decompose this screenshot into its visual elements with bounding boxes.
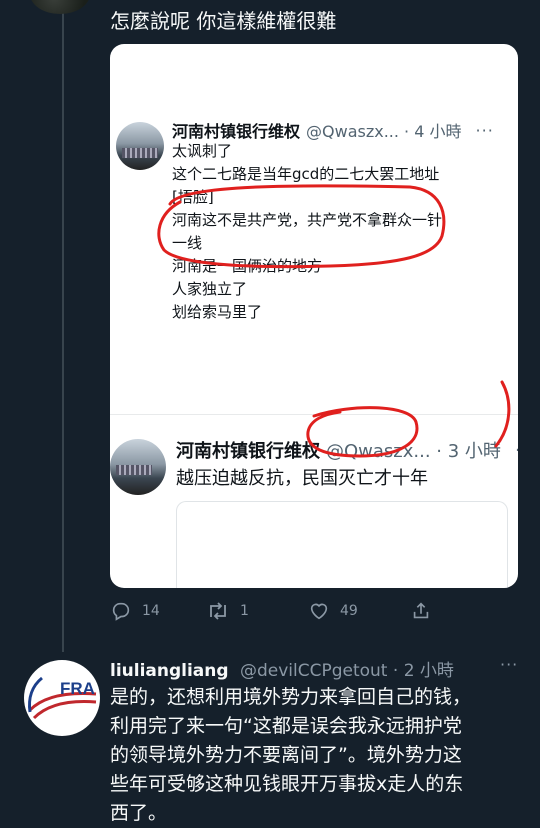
quoted-tweet-body: 越压迫越反抗，民国灭亡才十年 <box>176 468 428 489</box>
quoted-line: 河南是一国俩治的地方 <box>172 257 323 275</box>
quoted-tweet: 河南村镇银行维权 @Qwaszx... · 3 小時 ··· 越压迫越反抗，民国… <box>110 414 518 588</box>
reply-button[interactable]: 14 <box>110 600 160 622</box>
quoted-tweet-header: 河南村镇银行维权 @Qwaszx... · 3 小時 ··· <box>176 437 518 463</box>
quoted-avatar <box>116 122 164 170</box>
reply-author-handle: @devilCCPgetout · 2 小時 <box>239 661 454 681</box>
reply-line: 的领导境外势力不要离间了”。境外势力这 <box>110 744 462 766</box>
quoted-line: 河南这不是共产党，共产党不拿群众一针 <box>172 211 443 229</box>
reply-text: 是的，还想利用境外势力来拿回自己的钱， 利用完了来一句“这都是误会我永远拥护党 … <box>110 683 530 828</box>
reply-line: 是的，还想利用境外势力来拿回自己的钱， <box>110 686 472 708</box>
share-icon <box>413 602 429 619</box>
quoted-line: 一线 <box>172 234 203 252</box>
heart-icon <box>310 603 328 620</box>
avatar[interactable]: FRA <box>24 660 100 736</box>
fra-logo: FRA <box>28 676 97 720</box>
quoted-author-handle: @Qwaszx... · 3 小時 <box>326 441 501 462</box>
reply-count: 14 <box>142 603 160 619</box>
more-icon[interactable]: ··· <box>500 655 518 674</box>
quoted-author-handle: @Qwaszx... · 4 小時 <box>306 122 462 141</box>
tweet-text: 怎麼說呢 你這樣維權很難 <box>110 9 337 33</box>
quoted-line: [捂脸] <box>172 188 214 206</box>
thread-line <box>62 0 64 652</box>
quoted-avatar <box>110 439 166 495</box>
more-icon: ··· <box>515 440 518 461</box>
quoted-line: 太讽刺了 <box>172 142 233 160</box>
quoted-tweet: 河南村镇银行维权 @Qwaszx... · 4 小時 ··· 太讽刺了 这个二七… <box>110 44 518 364</box>
more-icon: ··· <box>475 120 494 140</box>
quoted-line: 人家独立了 <box>172 280 248 298</box>
quoted-author-name: 河南村镇银行维权 <box>172 122 301 141</box>
reply-author-name[interactable]: liuliangliang <box>110 661 229 681</box>
avatar[interactable] <box>30 0 90 14</box>
reply-line: 些年可受够这种见钱眼开万事拔x走人的东 <box>110 773 464 795</box>
quoted-tweet-header: 河南村镇银行维权 @Qwaszx... · 4 小時 ··· <box>172 118 494 142</box>
share-button[interactable] <box>410 600 432 622</box>
quoted-tweet-body: 太讽刺了 这个二七路是当年gcd的二七大罢工地址 [捂脸] 河南这不是共产党，共… <box>172 140 442 324</box>
quoted-line: 划给索马里了 <box>172 303 263 321</box>
reply-line: 利用完了来一句“这都是误会我永远拥护党 <box>110 715 462 737</box>
quoted-author-name: 河南村镇银行维权 <box>176 441 320 462</box>
reply-line: 西了。 <box>110 802 168 824</box>
like-button[interactable]: 49 <box>308 600 358 622</box>
tweet-actions: 14 1 49 <box>110 600 530 626</box>
reply-header: liuliangliang @devilCCPgetout · 2 小時 <box>110 656 454 681</box>
retweet-button[interactable]: 1 <box>206 600 249 622</box>
quoted-line: 这个二七路是当年gcd的二七大罢工地址 <box>172 165 440 183</box>
quote-screenshot-card[interactable]: 河南村镇银行维权 @Qwaszx... · 4 小時 ··· 太讽刺了 这个二七… <box>110 44 518 588</box>
like-count: 49 <box>340 603 358 619</box>
svg-text:FRA: FRA <box>60 679 95 698</box>
retweet-count: 1 <box>240 603 249 619</box>
retweet-icon <box>210 602 226 620</box>
reply-icon <box>112 602 130 621</box>
nested-quote <box>176 501 508 588</box>
